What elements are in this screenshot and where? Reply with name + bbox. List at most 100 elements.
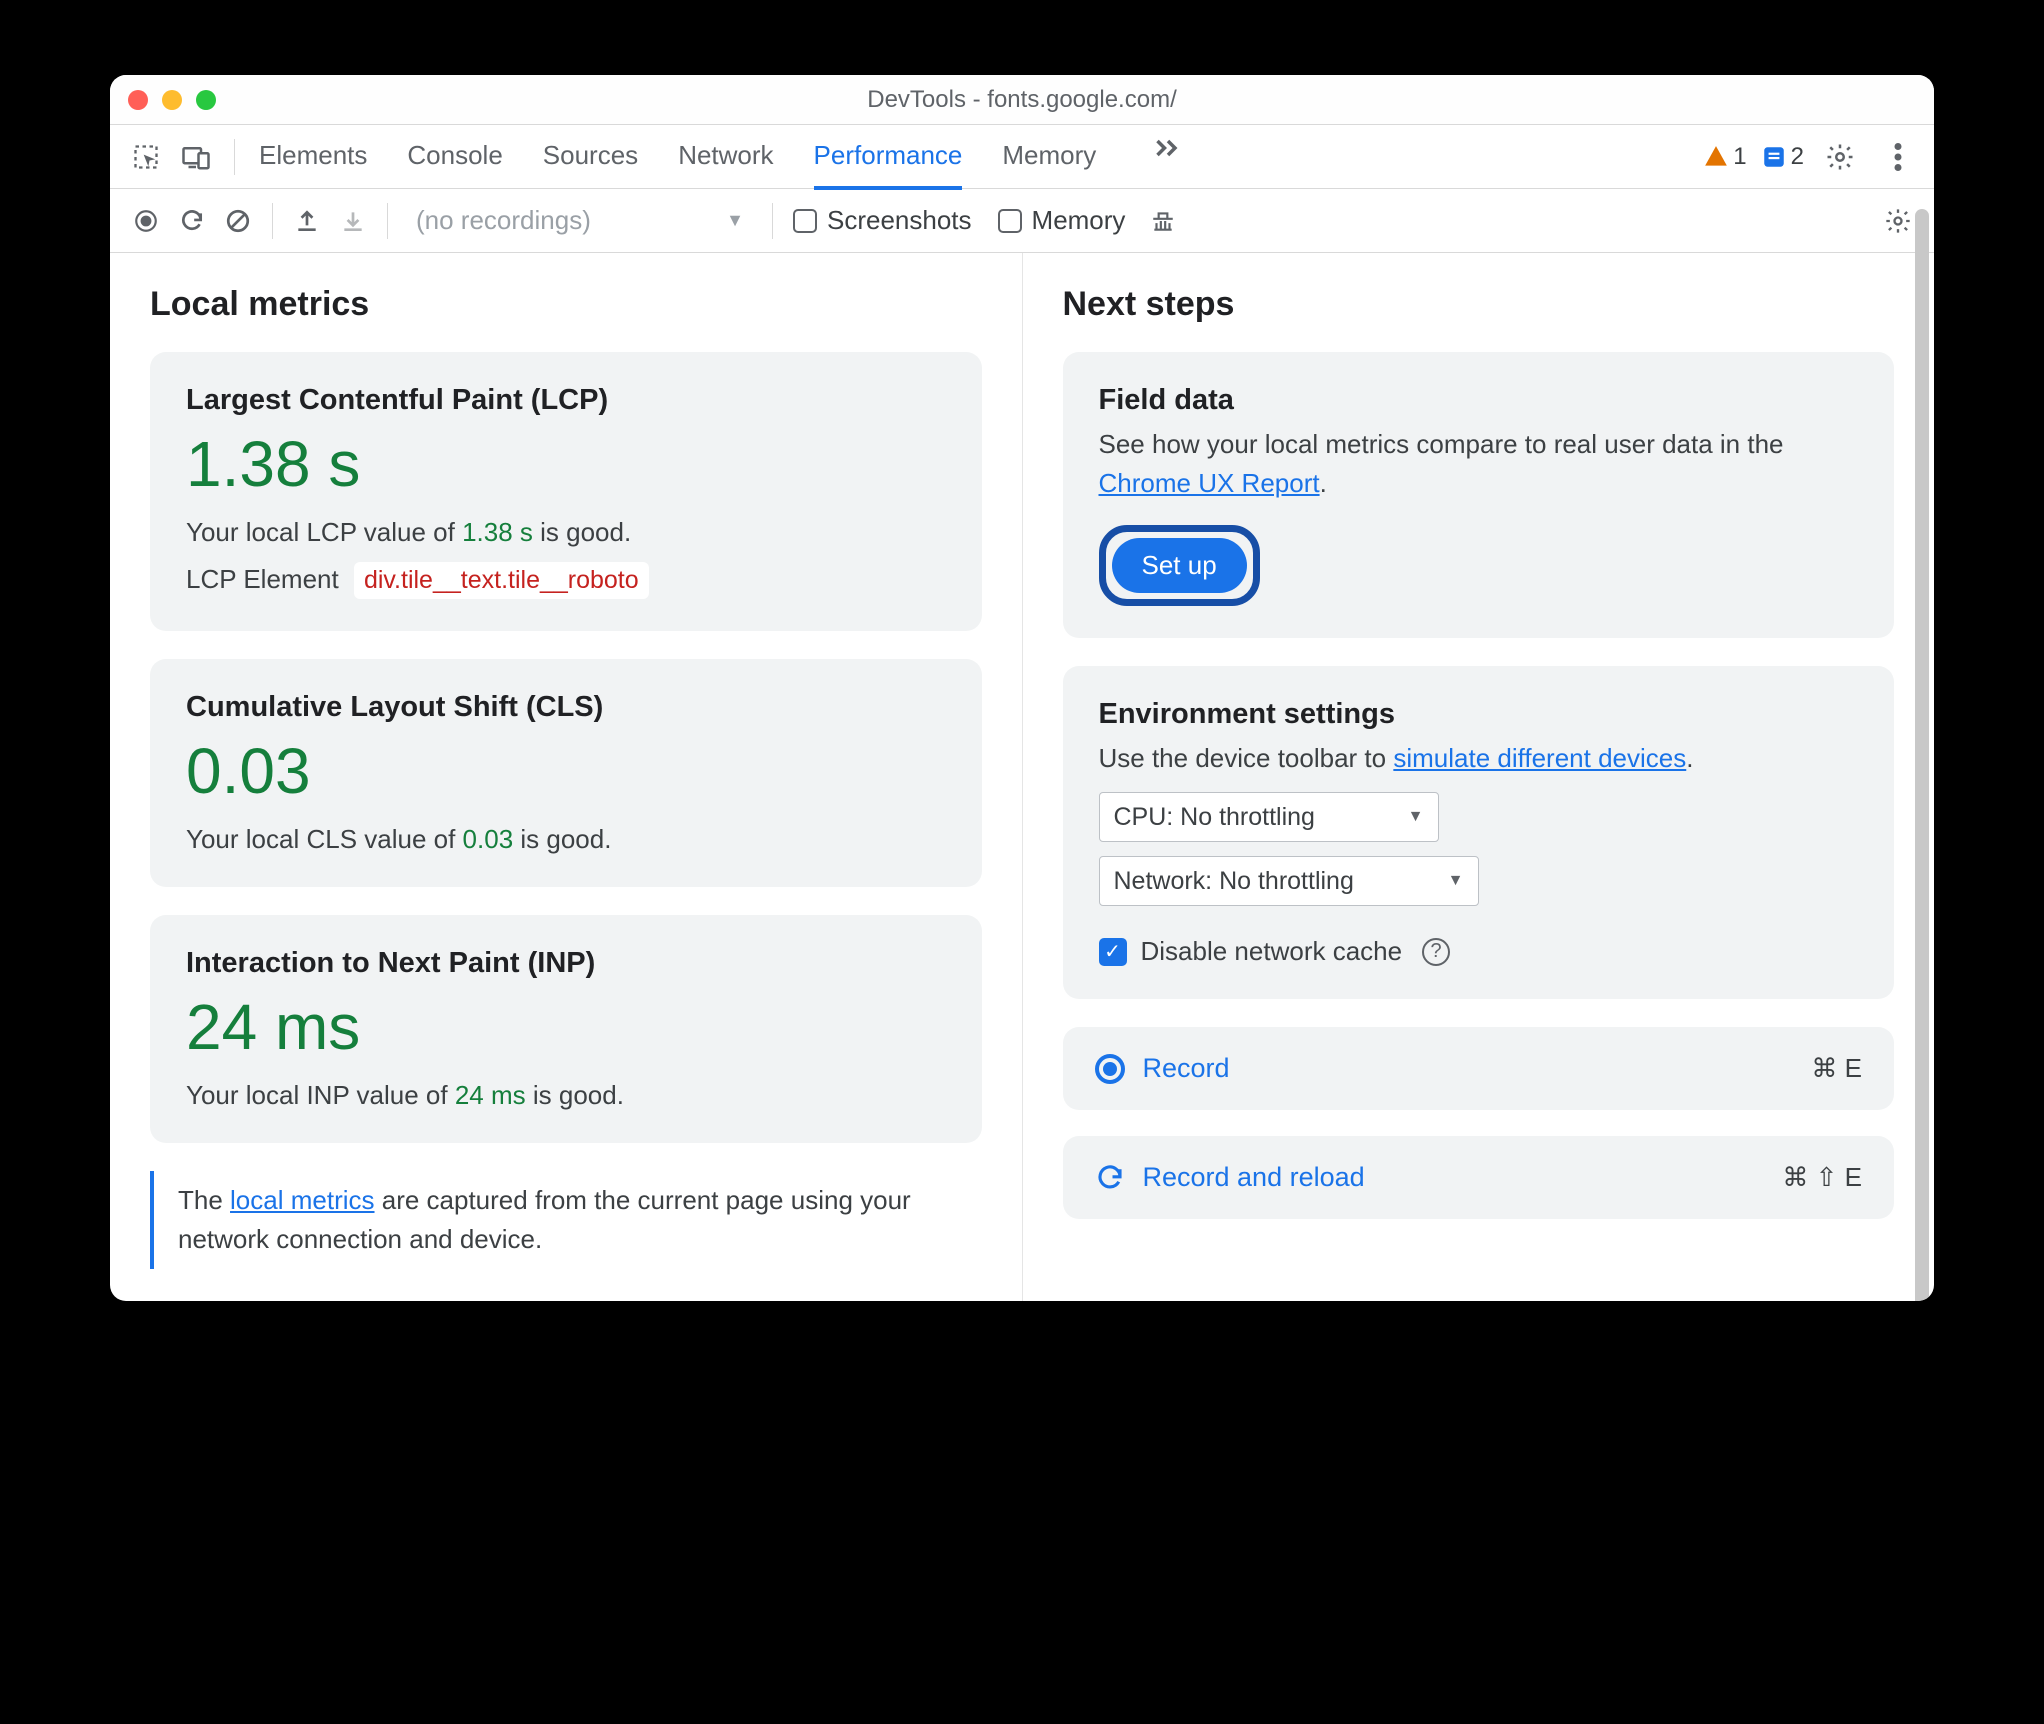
record-action-card[interactable]: Record ⌘ E	[1063, 1027, 1895, 1110]
minimize-window-button[interactable]	[162, 90, 182, 110]
warnings-badge[interactable]: 1	[1703, 143, 1746, 171]
upload-icon[interactable]	[285, 199, 329, 243]
reload-circle-icon	[1095, 1163, 1125, 1193]
simulate-devices-link[interactable]: simulate different devices	[1393, 743, 1686, 773]
next-steps-heading: Next steps	[1063, 285, 1895, 324]
cls-desc-pre: Your local CLS value of	[186, 824, 463, 854]
clear-icon[interactable]	[216, 199, 260, 243]
lcp-element-chip[interactable]: div.tile__text.tile__roboto	[354, 562, 649, 599]
chevron-down-icon: ▼	[1408, 808, 1424, 826]
issues-badge[interactable]: 2	[1761, 143, 1804, 171]
cls-card: Cumulative Layout Shift (CLS) 0.03 Your …	[150, 659, 982, 887]
inp-title: Interaction to Next Paint (INP)	[186, 947, 946, 980]
screenshots-label: Screenshots	[827, 205, 972, 236]
lcp-desc-pre: Your local LCP value of	[186, 517, 462, 547]
tab-sources[interactable]: Sources	[543, 126, 638, 190]
warning-icon	[1703, 144, 1729, 170]
local-metrics-heading: Local metrics	[150, 285, 982, 324]
recordings-placeholder: (no recordings)	[416, 205, 591, 236]
chevron-down-icon: ▼	[1448, 872, 1464, 890]
local-metrics-note: The local metrics are captured from the …	[150, 1171, 982, 1269]
record-reload-action-card[interactable]: Record and reload ⌘ ⇧ E	[1063, 1136, 1895, 1219]
lcp-title: Largest Contentful Paint (LCP)	[186, 384, 946, 417]
memory-label: Memory	[1032, 205, 1126, 236]
cls-desc-post: is good.	[513, 824, 611, 854]
tab-console[interactable]: Console	[407, 126, 502, 190]
garbage-collect-icon[interactable]	[1141, 199, 1185, 243]
tab-memory[interactable]: Memory	[1002, 126, 1096, 190]
checkbox-unchecked-icon	[998, 209, 1022, 233]
note-pre: The	[178, 1185, 230, 1215]
record-reload-label: Record and reload	[1143, 1162, 1365, 1193]
net-select-value: Network: No throttling	[1114, 867, 1354, 896]
tab-elements[interactable]: Elements	[259, 126, 367, 190]
environment-card: Environment settings Use the device tool…	[1063, 666, 1895, 999]
setup-button[interactable]: Set up	[1112, 538, 1247, 593]
panel-tabs: Elements Console Sources Network Perform…	[241, 126, 1190, 188]
settings-gear-icon[interactable]	[1818, 135, 1862, 179]
warnings-count: 1	[1733, 143, 1746, 171]
download-icon[interactable]	[331, 199, 375, 243]
devtools-window: DevTools - fonts.google.com/ Elements Co…	[110, 75, 1934, 1301]
more-tabs-icon[interactable]	[1146, 126, 1190, 170]
local-metrics-column: Local metrics Largest Contentful Paint (…	[110, 253, 1023, 1301]
record-icon[interactable]	[124, 199, 168, 243]
inp-desc-val: 24 ms	[455, 1080, 526, 1110]
inspect-element-icon[interactable]	[124, 135, 168, 179]
issue-icon	[1761, 144, 1787, 170]
lcp-desc-post: is good.	[533, 517, 631, 547]
close-window-button[interactable]	[128, 90, 148, 110]
disable-cache-checkbox[interactable]: ✓	[1099, 938, 1127, 966]
cls-desc-val: 0.03	[463, 824, 514, 854]
device-toolbar-icon[interactable]	[174, 135, 218, 179]
help-icon[interactable]: ?	[1422, 938, 1450, 966]
zoom-window-button[interactable]	[196, 90, 216, 110]
record-label: Record	[1143, 1053, 1230, 1084]
local-metrics-link[interactable]: local metrics	[230, 1185, 374, 1215]
issues-count: 2	[1791, 143, 1804, 171]
record-reload-shortcut: ⌘ ⇧ E	[1782, 1162, 1862, 1193]
field-data-card: Field data See how your local metrics co…	[1063, 352, 1895, 638]
env-desc-pre: Use the device toolbar to	[1099, 743, 1394, 773]
checkbox-unchecked-icon	[793, 209, 817, 233]
field-desc-post: .	[1320, 468, 1327, 498]
reload-icon[interactable]	[170, 199, 214, 243]
cls-value: 0.03	[186, 734, 946, 808]
network-throttling-select[interactable]: Network: No throttling ▼	[1099, 856, 1479, 906]
tab-performance[interactable]: Performance	[814, 126, 963, 190]
field-data-title: Field data	[1099, 384, 1859, 417]
chevron-down-icon: ▼	[726, 210, 744, 231]
recordings-dropdown[interactable]: (no recordings) ▼	[400, 205, 760, 236]
next-steps-column: Next steps Field data See how your local…	[1023, 253, 1935, 1301]
scrollbar-thumb[interactable]	[1915, 209, 1929, 1301]
crux-link[interactable]: Chrome UX Report	[1099, 468, 1320, 498]
record-circle-icon	[1095, 1054, 1125, 1084]
lcp-value: 1.38 s	[186, 427, 946, 501]
inp-value: 24 ms	[186, 990, 946, 1064]
inp-desc-post: is good.	[526, 1080, 624, 1110]
disable-cache-label: Disable network cache	[1141, 936, 1403, 967]
cpu-throttling-select[interactable]: CPU: No throttling ▼	[1099, 792, 1439, 842]
inp-desc-pre: Your local INP value of	[186, 1080, 455, 1110]
memory-checkbox[interactable]: Memory	[998, 205, 1126, 236]
lcp-desc-val: 1.38 s	[462, 517, 533, 547]
inp-card: Interaction to Next Paint (INP) 24 ms Yo…	[150, 915, 982, 1143]
cls-title: Cumulative Layout Shift (CLS)	[186, 691, 946, 724]
record-shortcut: ⌘ E	[1811, 1053, 1862, 1084]
panel-tabstrip: Elements Console Sources Network Perform…	[110, 125, 1934, 189]
field-desc-pre: See how your local metrics compare to re…	[1099, 429, 1784, 459]
window-title: DevTools - fonts.google.com/	[110, 86, 1934, 114]
capture-settings-gear-icon[interactable]	[1876, 199, 1920, 243]
cpu-select-value: CPU: No throttling	[1114, 803, 1315, 832]
screenshots-checkbox[interactable]: Screenshots	[793, 205, 972, 236]
env-title: Environment settings	[1099, 698, 1859, 731]
titlebar: DevTools - fonts.google.com/	[110, 75, 1934, 125]
more-options-icon[interactable]	[1876, 135, 1920, 179]
lcp-element-label: LCP Element	[186, 564, 339, 594]
env-desc-post: .	[1686, 743, 1693, 773]
lcp-card: Largest Contentful Paint (LCP) 1.38 s Yo…	[150, 352, 982, 631]
tab-network[interactable]: Network	[678, 126, 773, 190]
performance-toolbar: (no recordings) ▼ Screenshots Memory	[110, 189, 1934, 253]
window-controls	[128, 90, 216, 110]
performance-content: Local metrics Largest Contentful Paint (…	[110, 253, 1934, 1301]
